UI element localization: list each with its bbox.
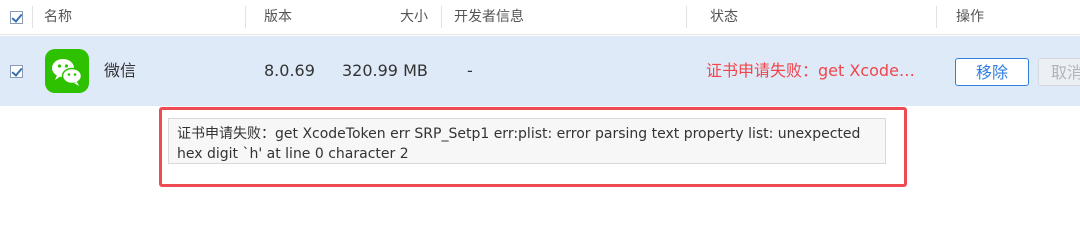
column-header-size[interactable]: 大小: [400, 0, 428, 34]
column-header-status[interactable]: 状态: [710, 0, 738, 34]
app-developer: -: [467, 61, 473, 80]
row-checkbox[interactable]: [10, 65, 23, 78]
column-header-developer[interactable]: 开发者信息: [454, 0, 524, 34]
cancel-button[interactable]: 取消: [1038, 58, 1080, 86]
column-divider: [936, 6, 937, 28]
column-header-actions: 操作: [956, 9, 984, 25]
table-row[interactable]: 微信 8.0.69 320.99 MB - 证书申请失败：get Xcode… …: [0, 36, 1080, 106]
column-divider: [245, 6, 246, 28]
select-all-checkbox[interactable]: [10, 11, 23, 24]
table-header: 名称 版本 大小 开发者信息 状态 操作: [0, 0, 1080, 35]
column-header-name[interactable]: 名称: [44, 0, 72, 34]
remove-button[interactable]: 移除: [955, 58, 1029, 86]
column-divider: [32, 6, 33, 28]
error-tooltip: 证书申请失败：get XcodeToken err SRP_Setp1 err:…: [168, 118, 886, 164]
app-size: 320.99 MB: [342, 61, 428, 80]
app-version: 8.0.69: [264, 61, 315, 80]
checkmark-icon: [11, 65, 23, 77]
checkmark-icon: [11, 11, 23, 23]
status-error-text[interactable]: 证书申请失败：get Xcode…: [706, 36, 915, 106]
column-divider: [441, 6, 442, 28]
column-divider: [686, 6, 687, 28]
app-name: 微信: [104, 61, 137, 80]
wechat-icon: [45, 49, 89, 93]
column-header-version[interactable]: 版本: [264, 0, 292, 34]
